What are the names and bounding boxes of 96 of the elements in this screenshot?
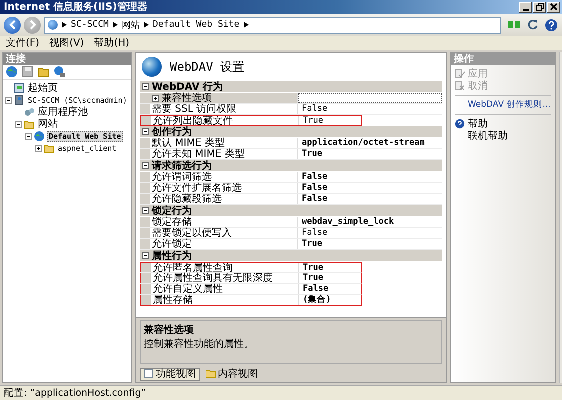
property-name: 锁定存储 bbox=[152, 216, 192, 228]
property-value: False bbox=[302, 104, 328, 114]
property-value: True bbox=[302, 239, 322, 249]
globe-icon[interactable] bbox=[6, 66, 18, 78]
breadcrumb-item[interactable]: SC-SCCM bbox=[71, 20, 109, 30]
property-name: 默认 MIME 类型 bbox=[152, 136, 225, 149]
collapse-icon[interactable] bbox=[142, 207, 149, 214]
section-heading: 属性行为 bbox=[152, 250, 192, 262]
property-name: 允许锁定 bbox=[152, 238, 192, 250]
breadcrumb-arrow-icon bbox=[112, 22, 118, 28]
server-icon bbox=[14, 94, 25, 106]
breadcrumb-arrow-icon bbox=[144, 22, 149, 28]
globe-icon bbox=[48, 20, 58, 30]
arrow-left-icon bbox=[8, 20, 18, 30]
apply-icon bbox=[455, 69, 465, 79]
property-value: False bbox=[302, 194, 328, 204]
view-tab[interactable]: 功能视图 bbox=[140, 368, 200, 380]
restore-icon bbox=[536, 3, 544, 11]
tree-item[interactable]: 网站 bbox=[37, 117, 59, 131]
section-heading: WebDAV 行为 bbox=[152, 80, 224, 92]
expand-icon[interactable] bbox=[152, 94, 159, 102]
property-value: (集合) bbox=[303, 294, 332, 306]
help-icon[interactable] bbox=[545, 18, 558, 32]
collapse-icon[interactable] bbox=[142, 252, 149, 259]
view-tab[interactable]: 内容视图 bbox=[202, 368, 262, 380]
action-link[interactable]: 联机帮助 bbox=[468, 129, 508, 143]
property-name: 兼容性选项 bbox=[162, 92, 212, 104]
refresh-icon[interactable] bbox=[527, 19, 539, 31]
globe-icon bbox=[34, 130, 45, 142]
menu-item[interactable]: 视图(V) bbox=[50, 36, 84, 50]
expander-icon[interactable] bbox=[5, 96, 12, 104]
tree-item[interactable]: 应用程序池 bbox=[37, 105, 89, 119]
property-name: 允许自定义属性 bbox=[153, 282, 223, 295]
property-value: True bbox=[303, 273, 324, 283]
collapse-icon[interactable] bbox=[142, 128, 149, 135]
expander-icon[interactable] bbox=[35, 144, 42, 152]
back-button[interactable] bbox=[4, 16, 21, 34]
property-name: 允许匿名属性查询 bbox=[153, 262, 233, 274]
cancel-icon bbox=[455, 81, 465, 91]
arrow-right-icon bbox=[28, 20, 38, 30]
section-heading: 请求筛选行为 bbox=[152, 160, 212, 172]
section-heading: 创作行为 bbox=[152, 126, 192, 138]
collapse-icon[interactable] bbox=[142, 162, 149, 169]
grid-icon bbox=[144, 369, 154, 379]
connect-icon[interactable] bbox=[54, 66, 66, 78]
property-value: webdav_simple_lock bbox=[302, 217, 394, 227]
property-name: 需要 SSL 访问权限 bbox=[152, 102, 237, 116]
property-value: True bbox=[303, 116, 324, 126]
tree-item[interactable]: 起始页 bbox=[27, 81, 59, 95]
folder-icon bbox=[206, 369, 216, 379]
close-icon bbox=[550, 3, 558, 11]
close-button[interactable] bbox=[547, 2, 560, 12]
menu-item[interactable]: 文件(F) bbox=[6, 36, 40, 50]
property-name: 需要锁定以便写入 bbox=[152, 226, 232, 239]
action-link[interactable]: 帮助 bbox=[468, 117, 488, 131]
window-title: Internet 信息服务(IIS)管理器 bbox=[4, 0, 148, 14]
property-name: 允许属性查询具有无限深度 bbox=[153, 272, 273, 284]
property-value: True bbox=[303, 262, 324, 272]
action-link[interactable]: WebDAV 创作规则... bbox=[468, 99, 551, 111]
property-name: 属性存储 bbox=[153, 294, 193, 307]
pane-title: 操作 bbox=[454, 52, 474, 66]
breadcrumb-item[interactable]: 网站 bbox=[122, 18, 140, 32]
property-value: True bbox=[302, 149, 322, 159]
pane-title: 连接 bbox=[6, 52, 26, 66]
property-row[interactable]: 兼容性选项 bbox=[140, 93, 442, 104]
help-icon bbox=[455, 119, 465, 129]
status-text: 配置: “applicationHost.config” bbox=[4, 386, 146, 400]
globe-icon bbox=[142, 57, 162, 77]
breadcrumb-arrow-icon bbox=[62, 22, 67, 28]
property-value: False bbox=[302, 183, 328, 193]
menu-item[interactable]: 帮助(H) bbox=[94, 36, 130, 50]
breadcrumb-arrow-icon bbox=[244, 22, 249, 28]
folder-icon bbox=[24, 118, 35, 130]
property-name: 允许隐藏段筛选 bbox=[152, 192, 222, 205]
property-name: 允许谓词筛选 bbox=[152, 170, 212, 183]
folder-icon bbox=[44, 142, 55, 154]
restore-button[interactable] bbox=[533, 2, 546, 12]
property-value: False bbox=[303, 284, 329, 294]
expander-icon[interactable] bbox=[25, 132, 32, 140]
property-name: 允许列出隐藏文件 bbox=[153, 114, 233, 126]
collapse-icon[interactable] bbox=[142, 83, 149, 90]
feature-title: WebDAV 设置 bbox=[170, 58, 245, 76]
property-name: 允许文件扩展名筛选 bbox=[152, 182, 242, 194]
save-icon[interactable] bbox=[22, 66, 34, 78]
property-name: 允许未知 MIME 类型 bbox=[152, 148, 245, 160]
property-value: False bbox=[302, 172, 328, 182]
home-page-icon bbox=[14, 82, 25, 94]
address-bar[interactable]: SC-SCCM 网站 Default Web Site bbox=[44, 16, 501, 34]
minimize-button[interactable] bbox=[519, 2, 532, 12]
description-text: 控制兼容性功能的属性。 bbox=[144, 338, 255, 351]
expander-icon[interactable] bbox=[15, 120, 22, 128]
description-title: 兼容性选项 bbox=[144, 323, 195, 337]
property-value: False bbox=[302, 228, 328, 238]
breadcrumb-item[interactable]: Default Web Site bbox=[152, 20, 240, 30]
property-value: application/octet-stream bbox=[302, 138, 425, 148]
section-heading: 锁定行为 bbox=[152, 204, 192, 216]
